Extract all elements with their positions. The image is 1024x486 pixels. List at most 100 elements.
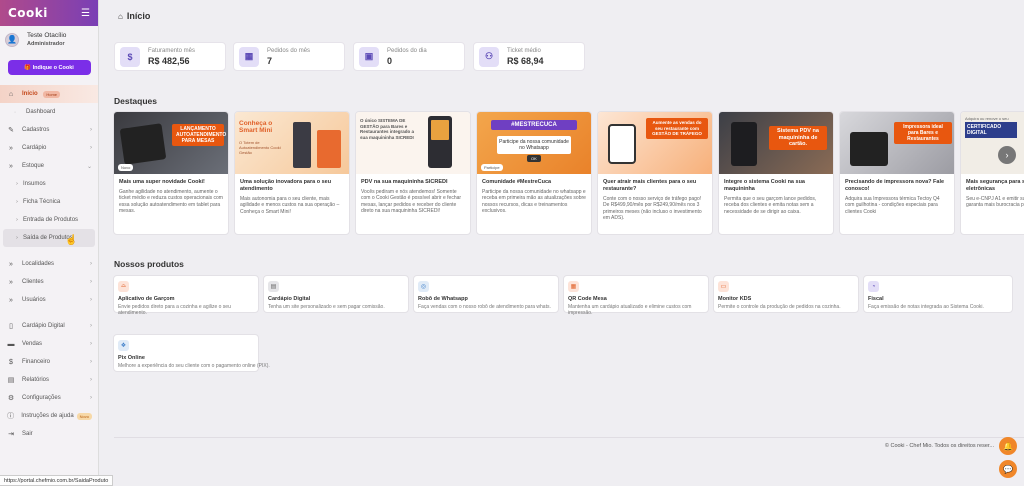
product-card[interactable]: ◎ Robô de Whatsapp Faça vendas com o nos…: [413, 275, 559, 313]
product-card[interactable]: ⌓ Aplicativo de Garçom Envie pedidos dir…: [113, 275, 259, 316]
user-name: Teste Otacílio: [27, 32, 67, 39]
product-card[interactable]: ◔ Fiscal Faça emissão de notas integrada…: [863, 275, 1013, 313]
stat-card-pedidos-dia: ▣ Pedidos do dia 0: [353, 42, 465, 71]
phone-icon: ▯: [9, 323, 13, 330]
sidebar-item-vendas[interactable]: ▬ Vendas ›: [0, 335, 98, 353]
edit-icon: ✎: [8, 127, 14, 134]
highlight-card[interactable]: Impressora ideal para Bares e Restaurant…: [839, 111, 955, 235]
sidebar-item-clientes[interactable]: » Clientes ›: [0, 273, 98, 291]
chevron-right-icon: ›: [90, 297, 92, 303]
hand-cursor-icon: ☝: [65, 235, 78, 246]
indique-button[interactable]: 🎁 Indique o Cooki: [7, 60, 91, 75]
monitor-icon: ▭: [718, 281, 729, 292]
sidebar-item-usuarios[interactable]: » Usuários ›: [0, 291, 98, 309]
sidebar-item-ficha-tecnica[interactable]: › Ficha Técnica: [0, 193, 98, 211]
menu-book-icon: ▤: [268, 281, 279, 292]
chevron-right-icon: ›: [16, 235, 18, 241]
page-title: ⌂ Início: [118, 11, 151, 21]
sidebar-item-cadastros[interactable]: ✎ Cadastros ›: [0, 121, 98, 139]
user-role: Administrador: [27, 41, 65, 47]
sidebar-item-entrada-produtos[interactable]: › Entrada de Produtos: [0, 211, 98, 229]
highlight-card[interactable]: Conheça o Smart Mini O Totem de Autoaten…: [234, 111, 350, 235]
highlight-card[interactable]: O único SISTEMA DE GESTÃO para Bares e R…: [355, 111, 471, 235]
card-image: #MESTRECUCA Participe da nossa comunidad…: [477, 112, 591, 174]
double-chevron-icon: »: [9, 278, 13, 286]
chevron-right-icon: ›: [90, 395, 92, 401]
pix-icon: ❖: [118, 340, 129, 351]
notification-bell-icon[interactable]: 🔔: [999, 437, 1017, 455]
home-badge: Home: [43, 90, 60, 98]
card-image: Impressora ideal para Bares e Restaurant…: [840, 112, 954, 174]
chevron-right-icon: ›: [16, 181, 18, 187]
highlight-card[interactable]: #MESTRECUCA Participe da nossa comunidad…: [476, 111, 592, 235]
double-chevron-icon: »: [9, 260, 13, 268]
chevron-right-icon: ›: [90, 279, 92, 285]
card-image: Adquira ou renove o seu CERTIFICADO DIGI…: [961, 112, 1024, 174]
sidebar-item-relatorios[interactable]: ▤ Relatórios ›: [0, 371, 98, 389]
robot-icon: ◎: [418, 281, 429, 292]
highlights-carousel: LANÇAMENTO AUTOATENDIMENTO PARA MESAS No…: [113, 111, 1024, 235]
gear-icon: ⚙: [7, 395, 15, 402]
sidebar-item-sair[interactable]: ⇥ Sair: [0, 425, 98, 443]
home-icon: ⌂: [118, 12, 123, 21]
calendar-icon: ▦: [239, 46, 259, 67]
highlight-card[interactable]: LANÇAMENTO AUTOATENDIMENTO PARA MESAS No…: [113, 111, 229, 235]
stat-card-pedidos-mes: ▦ Pedidos do mês 7: [233, 42, 345, 71]
stat-card-ticket-medio: ⚇ Ticket médio R$ 68,94: [473, 42, 585, 71]
sidebar-item-configuracoes[interactable]: ⚙ Configurações ›: [0, 389, 98, 407]
double-chevron-icon: »: [9, 162, 13, 170]
chevron-right-icon: ›: [90, 359, 92, 365]
report-icon: ▤: [7, 377, 15, 384]
chevron-right-icon: ›: [90, 323, 92, 329]
fiscal-icon: ◔: [868, 281, 879, 292]
carousel-next-button[interactable]: ›: [998, 146, 1016, 164]
chevron-right-icon: ›: [90, 341, 92, 347]
sidebar-header: Cooki ☰: [0, 0, 98, 26]
product-card[interactable]: ▤ Cardápio Digital Tenha um site persona…: [263, 275, 409, 313]
card-image: O único SISTEMA DE GESTÃO para Bares e R…: [356, 112, 470, 174]
product-card[interactable]: ❖ Pix Online Melhore a experiência do se…: [113, 334, 270, 372]
products-title: Nossos produtos: [114, 259, 184, 269]
double-chevron-icon: »: [9, 144, 13, 152]
chevron-right-icon: ›: [90, 145, 92, 151]
sidebar-item-financeiro[interactable]: $ Financeiro ›: [0, 353, 98, 371]
chevron-down-icon: ⌄: [86, 163, 92, 170]
footer-divider: [114, 437, 1024, 438]
stat-card-faturamento: $ Faturamento mês R$ 482,56: [114, 42, 226, 71]
app-logo[interactable]: Cooki: [8, 6, 48, 20]
home-icon: ⌂: [8, 90, 14, 98]
highlight-card[interactable]: Aumente as vendas do seu restaurante com…: [597, 111, 713, 235]
sidebar-item-instrucoes[interactable]: ⓘ Instruções de ajuda Novo: [0, 407, 98, 425]
highlight-card[interactable]: Adquira ou renove o seu CERTIFICADO DIGI…: [960, 111, 1024, 235]
card-image: Conheça o Smart Mini O Totem de Autoaten…: [235, 112, 349, 174]
calendar-day-icon: ▣: [359, 46, 379, 67]
sidebar-item-estoque[interactable]: » Estoque ⌄: [0, 157, 98, 175]
new-badge: Novo: [76, 412, 92, 420]
logout-icon: ⇥: [8, 431, 14, 438]
info-icon: ⓘ: [7, 413, 15, 420]
chevron-right-icon: ›: [90, 377, 92, 383]
dollar-icon: $: [120, 46, 140, 67]
sidebar-item-inicio[interactable]: ⌂ Início Home: [0, 85, 98, 103]
highlights-title: Destaques: [114, 96, 157, 106]
copyright-text: © Cooki - Chef Mio. Todos os direitos re…: [884, 443, 994, 449]
sidebar-item-insumos[interactable]: › Insumos: [0, 175, 98, 193]
user-profile[interactable]: 👤 Teste Otacílio Administrador: [0, 26, 98, 47]
product-card[interactable]: ▦ QR Code Mesa Mantenha um cardápio atua…: [563, 275, 709, 316]
dollar-icon: $: [9, 358, 13, 366]
status-bar-url: https://portal.chefmio.com.br/SaidaProdu…: [0, 475, 114, 486]
chat-icon[interactable]: 💬: [999, 460, 1017, 478]
avatar: 👤: [5, 32, 19, 47]
sidebar-item-cardapio-digital[interactable]: ▯ Cardápio Digital ›: [0, 317, 98, 335]
sidebar-menu: ⌂ Início Home · Dashboard ✎ Cadastros › » Card…: [0, 85, 98, 443]
hamburger-icon[interactable]: ☰: [81, 8, 90, 19]
card-image: Aumente as vendas do seu restaurante com…: [598, 112, 712, 174]
user-ticket-icon: ⚇: [479, 46, 499, 67]
highlight-card[interactable]: Sistema PDV na maquininha de cartão. Int…: [718, 111, 834, 235]
sidebar-item-dashboard[interactable]: · Dashboard: [0, 103, 98, 121]
sidebar-item-cardapio[interactable]: » Cardápio ›: [0, 139, 98, 157]
product-card[interactable]: ▭ Monitor KDS Permite o controle da prod…: [713, 275, 859, 313]
chevron-right-icon: ›: [90, 261, 92, 267]
sidebar-item-localidades[interactable]: » Localidades ›: [0, 255, 98, 273]
sidebar-item-saida-produtos[interactable]: › Saída de Produtos ☝: [3, 229, 95, 247]
